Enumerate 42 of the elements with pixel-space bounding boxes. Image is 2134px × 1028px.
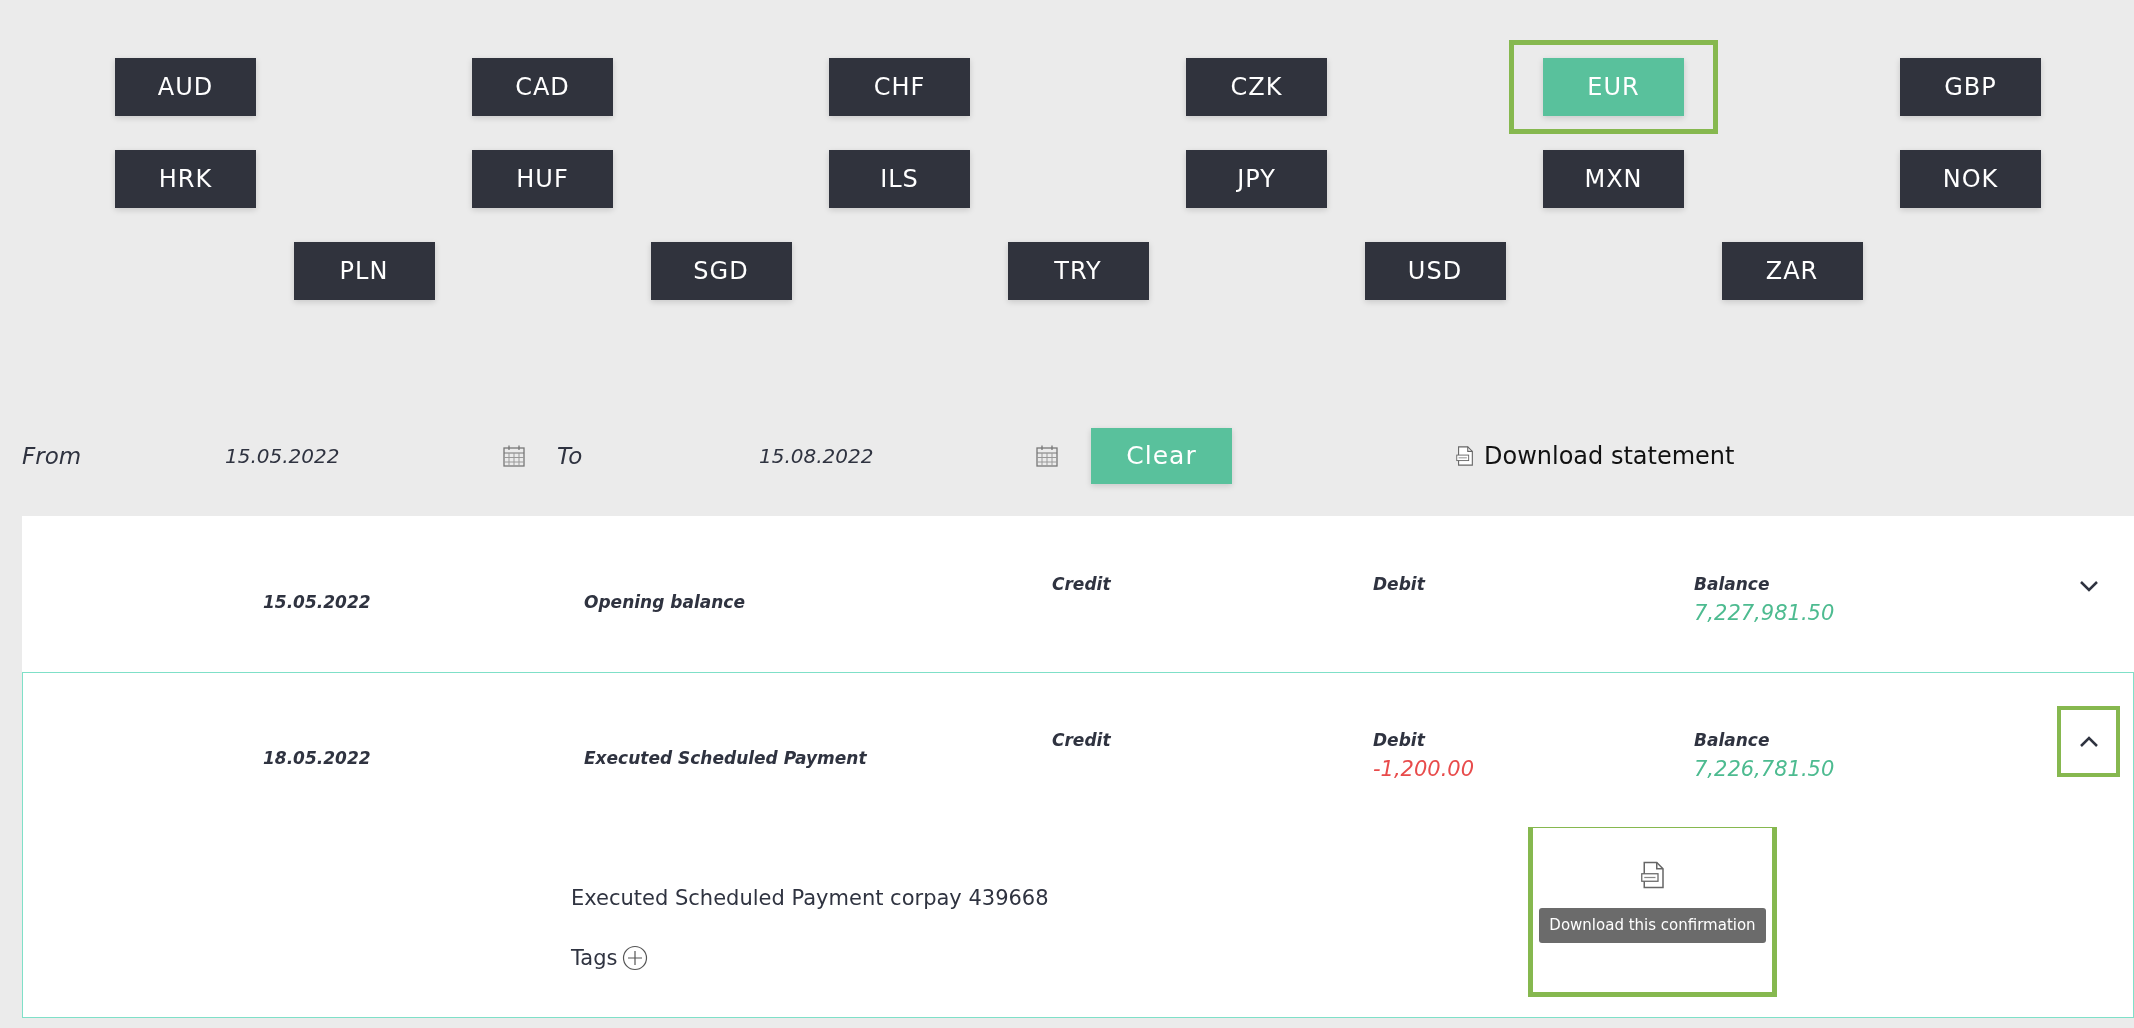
- add-tag-button[interactable]: [621, 945, 648, 972]
- calendar-icon[interactable]: [502, 444, 526, 468]
- currency-button[interactable]: HUF: [472, 150, 613, 208]
- tooltip: Download this confirmation: [1539, 908, 1766, 943]
- currency-button[interactable]: NOK: [1900, 150, 2041, 208]
- currency-button[interactable]: AUD: [115, 58, 256, 116]
- balance-label: Balance: [1694, 729, 1771, 752]
- currency-button[interactable]: MXN: [1543, 150, 1684, 208]
- debit-label: Debit: [1373, 729, 1427, 752]
- pdf-document-icon[interactable]: [1454, 445, 1476, 467]
- currency-button[interactable]: CZK: [1186, 58, 1327, 116]
- currency-button[interactable]: ILS: [829, 150, 970, 208]
- calendar-icon[interactable]: [1035, 444, 1059, 468]
- from-label: From: [22, 441, 83, 471]
- transaction-date: 18.05.2022: [263, 747, 372, 770]
- currency-button[interactable]: GBP: [1900, 58, 2041, 116]
- date-field[interactable]: 15.05.2022: [225, 441, 502, 471]
- date-field[interactable]: 15.08.2022: [759, 441, 1035, 471]
- currency-button[interactable]: TRY: [1007, 242, 1149, 300]
- credit-label: Credit: [1052, 573, 1112, 596]
- currency-button[interactable]: CHF: [829, 58, 970, 116]
- currency-button[interactable]: JPY: [1186, 150, 1327, 208]
- download-statement-link[interactable]: Download statement: [1484, 438, 1735, 474]
- credit-label: Credit: [1052, 729, 1112, 752]
- currency-button[interactable]: ZAR: [1721, 242, 1863, 300]
- currency-button[interactable]: SGD: [650, 242, 792, 300]
- transaction-date: 15.05.2022: [263, 591, 372, 614]
- transaction-description: Opening balance: [584, 591, 746, 614]
- transaction-description: Executed Scheduled Payment: [584, 747, 868, 770]
- currency-button[interactable]: PLN: [293, 242, 435, 300]
- payment-details-text: Executed Scheduled Payment corpay 439668: [571, 885, 1050, 912]
- currency-button[interactable]: USD: [1364, 242, 1506, 300]
- balance-amount: 7,227,981.50: [1694, 599, 1836, 627]
- currency-button[interactable]: CAD: [472, 58, 613, 116]
- debit-label: Debit: [1373, 573, 1427, 596]
- balance-label: Balance: [1694, 573, 1771, 596]
- to-label: To: [557, 441, 584, 471]
- balance-amount: 7,226,781.50: [1694, 755, 1836, 783]
- currency-button[interactable]: HRK: [115, 150, 256, 208]
- debit-amount: -1,200.00: [1373, 755, 1476, 783]
- tags-label: Tags: [571, 944, 618, 972]
- toggle-button[interactable]: [2057, 706, 2120, 777]
